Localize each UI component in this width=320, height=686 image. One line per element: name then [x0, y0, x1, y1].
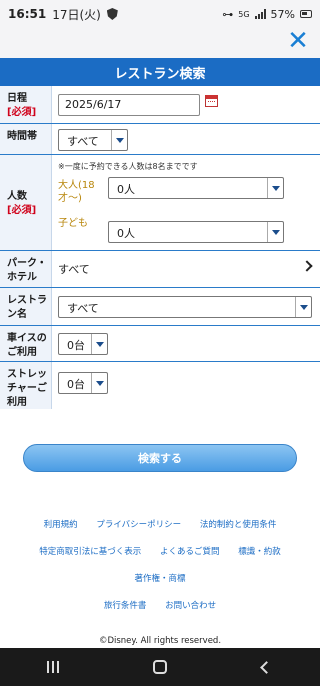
wheelchair-select[interactable]: 0台	[58, 333, 108, 355]
search-button[interactable]: 検索する	[23, 444, 297, 472]
people-note: ※一度に予約できる人数は8名までです	[58, 162, 198, 171]
footer-links-row2: 特定商取引法に基づく表示 よくあるご質問 標識・約款	[0, 545, 320, 557]
date-label: 日程 [必須]	[0, 86, 52, 123]
time-slot-value: すべて	[52, 124, 320, 154]
stretcher-select[interactable]: 0台	[58, 372, 108, 394]
wheelchair-value: 0台	[52, 326, 320, 361]
status-bar: 16:51 17日(火) ⊶ 5G 57%	[0, 0, 320, 28]
link-faq[interactable]: よくあるご質問	[160, 547, 220, 557]
link-commerce[interactable]: 特定商取引法に基づく表示	[39, 547, 141, 557]
child-count-selected: 0人	[117, 227, 135, 240]
row-time-slot: 時間帯 すべて	[0, 124, 320, 155]
status-time: 16:51	[8, 7, 47, 21]
adult-count-select[interactable]: 0人	[108, 177, 284, 199]
footer-links-row1: 利用規約 プライバシーポリシー 法的制約と使用条件	[0, 518, 320, 530]
time-slot-selected: すべて	[67, 135, 99, 148]
link-terms[interactable]: 利用規約	[44, 520, 78, 530]
chevron-right-icon[interactable]	[301, 260, 313, 272]
wheelchair-selected: 0台	[67, 339, 85, 352]
adult-count-selected: 0人	[117, 183, 135, 196]
status-date: 17日(火)	[52, 7, 101, 22]
link-signs[interactable]: 標識・約款	[238, 547, 281, 557]
chevron-down-icon	[267, 222, 283, 242]
recent-apps-button[interactable]	[38, 655, 68, 679]
wheelchair-label: 車イスのご利用	[0, 326, 52, 361]
restaurant-select[interactable]: すべて	[58, 296, 312, 318]
close-button[interactable]: ✕	[286, 28, 310, 54]
date-label-text: 日程	[7, 93, 27, 104]
row-park-hotel[interactable]: パーク・ホテル すべて	[0, 251, 320, 288]
child-label: 子ども	[58, 218, 88, 229]
adult-label: 大人(18才〜)	[58, 180, 95, 204]
network-label: 5G	[238, 9, 250, 19]
home-icon	[152, 660, 167, 674]
link-copyright[interactable]: 著作権・商標	[134, 574, 185, 584]
time-slot-label: 時間帯	[0, 124, 52, 154]
chevron-down-icon	[91, 334, 107, 354]
restaurant-selected: すべて	[67, 302, 99, 315]
people-label: 人数 [必須]	[0, 155, 52, 250]
chevron-down-icon	[91, 373, 107, 393]
calendar-icon[interactable]	[205, 95, 218, 107]
search-form: 日程 [必須] 2025/6/17 時間帯 すべて 人数 [必須] ※一度に予約…	[0, 86, 320, 409]
top-bar: ✕	[0, 28, 320, 58]
system-nav-bar	[0, 648, 320, 686]
signal-icon	[254, 9, 266, 19]
battery-percent: 57%	[270, 7, 295, 21]
back-icon	[260, 660, 274, 674]
park-hotel-label: パーク・ホテル	[0, 251, 52, 287]
chevron-down-icon	[267, 178, 283, 198]
battery-icon	[300, 10, 312, 18]
link-contact[interactable]: お問い合わせ	[165, 601, 216, 611]
copyright: ©Disney. All rights reserved.	[98, 636, 222, 646]
home-button[interactable]	[145, 655, 175, 679]
stretcher-value: 0台	[52, 362, 320, 409]
row-stretcher: ストレッチャーご利用 0台	[0, 362, 320, 409]
people-label-text: 人数	[7, 191, 27, 202]
recent-apps-icon	[47, 661, 60, 673]
date-value: 2025/6/17	[52, 86, 320, 123]
stretcher-label: ストレッチャーご利用	[0, 362, 52, 409]
people-value: ※一度に予約できる人数は8名までです 大人(18才〜) 0人 子ども 0人	[52, 155, 320, 250]
shield-icon	[106, 8, 118, 20]
row-people: 人数 [必須] ※一度に予約できる人数は8名までです 大人(18才〜) 0人 子…	[0, 155, 320, 251]
restaurant-label: レストラン名	[0, 288, 52, 325]
link-legal[interactable]: 法的制約と使用条件	[200, 520, 277, 530]
row-wheelchair: 車イスのご利用 0台	[0, 326, 320, 362]
date-input[interactable]: 2025/6/17	[58, 94, 200, 116]
footer-links-row3: 著作権・商標	[0, 572, 320, 584]
required-badge: [必須]	[7, 205, 37, 216]
link-icon: ⊶	[222, 7, 234, 21]
page-title: レストラン検索	[0, 58, 320, 86]
chevron-down-icon	[295, 297, 311, 317]
back-button[interactable]	[252, 655, 282, 679]
child-count-select[interactable]: 0人	[108, 221, 284, 243]
restaurant-value: すべて	[52, 288, 320, 325]
link-privacy[interactable]: プライバシーポリシー	[96, 520, 181, 530]
time-slot-select[interactable]: すべて	[58, 129, 128, 151]
chevron-down-icon	[111, 130, 127, 150]
row-restaurant: レストラン名 すべて	[0, 288, 320, 326]
park-hotel-selected: すべて	[58, 263, 90, 276]
link-travel-conditions[interactable]: 旅行条件書	[104, 601, 147, 611]
required-badge: [必須]	[7, 107, 37, 118]
park-hotel-value: すべて	[52, 251, 320, 287]
status-right: ⊶ 5G 57%	[222, 8, 312, 21]
row-date: 日程 [必須] 2025/6/17	[0, 86, 320, 124]
stretcher-selected: 0台	[67, 378, 85, 391]
footer-links-row4: 旅行条件書 お問い合わせ	[0, 599, 320, 611]
